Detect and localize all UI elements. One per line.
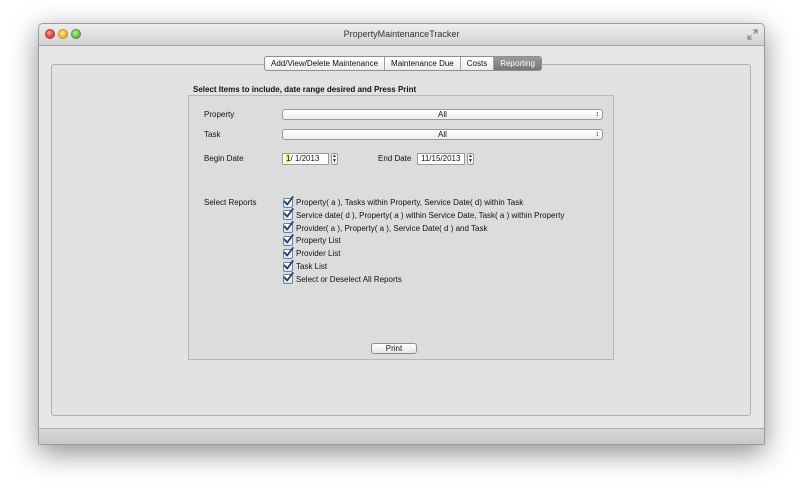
report-option-5[interactable]: Provider List <box>283 246 341 259</box>
report-option-label: Task List <box>296 262 328 271</box>
end-date-stepper[interactable]: ▲ ▼ <box>467 153 474 165</box>
title-bar[interactable]: PropertyMaintenanceTracker <box>39 24 764 46</box>
report-checkbox[interactable] <box>283 221 294 234</box>
report-checkbox[interactable] <box>283 259 294 272</box>
report-option-label: Property List <box>296 236 341 246</box>
report-option-label: Select or Deselect All Reports <box>296 274 402 284</box>
checkmark-icon <box>283 233 294 244</box>
select-reports-label: Select Reports <box>204 198 257 207</box>
updown-arrows-icon: ↕ <box>595 131 600 138</box>
tab-add-view-delete-maintenance[interactable]: Add/View/Delete Maintenance <box>265 57 386 70</box>
report-option-label: Provider List <box>296 249 341 259</box>
report-option-label: Property( a ), Tasks within Property, Se… <box>296 198 524 207</box>
print-button[interactable]: Print <box>371 343 417 354</box>
report-checkbox[interactable] <box>283 233 294 246</box>
checkmark-icon <box>283 208 294 218</box>
report-option-1[interactable]: Property( a ), Tasks within Property, Se… <box>283 195 524 208</box>
property-select[interactable]: All ↕ <box>282 109 603 120</box>
task-select-value: All <box>438 130 447 139</box>
checkmark-icon <box>283 246 294 257</box>
report-option-3[interactable]: Provider( a ), Property( a ), Service Da… <box>283 221 488 234</box>
property-select-value: All <box>438 110 447 119</box>
report-option-4[interactable]: Property List <box>283 233 341 246</box>
updown-arrows-icon: ↕ <box>595 111 600 118</box>
report-option-7[interactable]: Select or Deselect All Reports <box>283 272 402 285</box>
report-option-label: Provider( a ), Property( a ), Service Da… <box>296 223 488 233</box>
reporting-instructions: Select Items to include, date range desi… <box>193 85 417 94</box>
tab-reporting[interactable]: Reporting <box>494 57 541 70</box>
report-checkbox[interactable] <box>283 208 294 221</box>
checkmark-icon <box>283 272 294 282</box>
tab-maintenance-due[interactable]: Maintenance Due <box>385 57 461 70</box>
window-bottom-bar <box>39 428 764 444</box>
end-date-label: End Date <box>378 154 412 163</box>
tab-costs[interactable]: Costs <box>461 57 495 70</box>
window-title: PropertyMaintenanceTracker <box>343 29 460 39</box>
checkmark-icon <box>283 221 294 231</box>
fullscreen-icon[interactable] <box>747 29 758 40</box>
property-label: Property <box>204 110 235 119</box>
begin-date-label: Begin Date <box>204 154 244 163</box>
begin-date-field[interactable]: 1/ 1/2013 <box>282 153 329 165</box>
report-option-2[interactable]: Service date( d ), Property( a ) within … <box>283 208 565 221</box>
report-checkbox[interactable] <box>283 272 294 285</box>
begin-date-rest: / 1/2013 <box>290 154 320 163</box>
app-window: PropertyMaintenanceTracker Add/View/Dele… <box>38 23 765 445</box>
report-checkbox[interactable] <box>283 246 294 259</box>
report-option-6[interactable]: Task List <box>283 259 328 272</box>
report-option-label: Service date( d ), Property( a ) within … <box>296 210 565 220</box>
task-label: Task <box>204 130 221 139</box>
end-date-field[interactable]: 11/15/2013 <box>417 153 465 165</box>
begin-date-stepper[interactable]: ▲ ▼ <box>331 153 338 165</box>
report-checkbox[interactable] <box>283 195 294 208</box>
task-select[interactable]: All ↕ <box>282 129 603 140</box>
tab-bar: Add/View/Delete Maintenance Maintenance … <box>264 56 542 71</box>
checkmark-icon <box>283 259 294 269</box>
checkmark-icon <box>283 195 294 205</box>
